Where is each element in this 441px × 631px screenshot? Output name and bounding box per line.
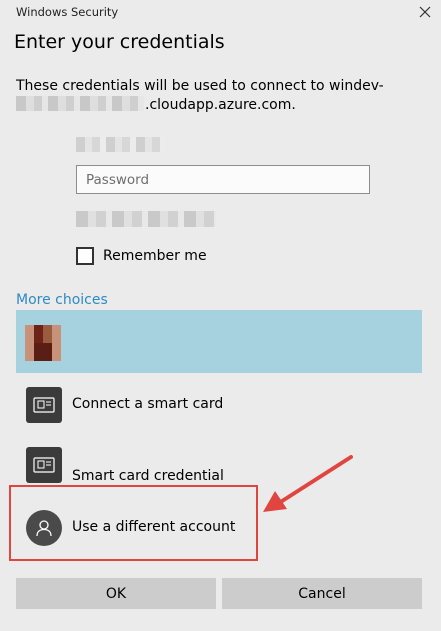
annotation-highlight-box (9, 485, 258, 561)
more-choices-link[interactable]: More choices (16, 292, 108, 308)
window-title: Windows Security (16, 5, 119, 19)
selected-account-tile[interactable] (16, 310, 422, 373)
connect-smart-card-option[interactable]: Connect a smart card (16, 376, 422, 434)
close-button[interactable] (415, 2, 435, 22)
password-field[interactable] (77, 166, 369, 193)
remember-me-checkbox[interactable] (76, 247, 94, 265)
annotation-arrow-icon (263, 455, 353, 512)
option-label: Smart card credential (72, 468, 224, 484)
description: These credentials will be used to connec… (16, 77, 396, 115)
cancel-button[interactable]: Cancel (222, 578, 422, 609)
ok-button[interactable]: OK (16, 578, 216, 609)
option-label: Connect a smart card (72, 396, 224, 412)
redacted-domain (76, 211, 216, 227)
remember-me-label: Remember me (103, 248, 207, 264)
redacted-host (16, 96, 144, 111)
redacted-username (76, 137, 166, 152)
password-field-container (76, 165, 370, 194)
smart-card-icon (26, 387, 62, 423)
description-line: These credentials will be used to connec… (16, 78, 384, 94)
avatar (25, 325, 61, 361)
smart-card-icon (26, 447, 62, 483)
close-icon (419, 6, 431, 18)
page-title: Enter your credentials (14, 31, 225, 53)
remember-me[interactable]: Remember me (76, 245, 207, 267)
description-domain: .cloudapp.azure.com. (145, 97, 296, 113)
